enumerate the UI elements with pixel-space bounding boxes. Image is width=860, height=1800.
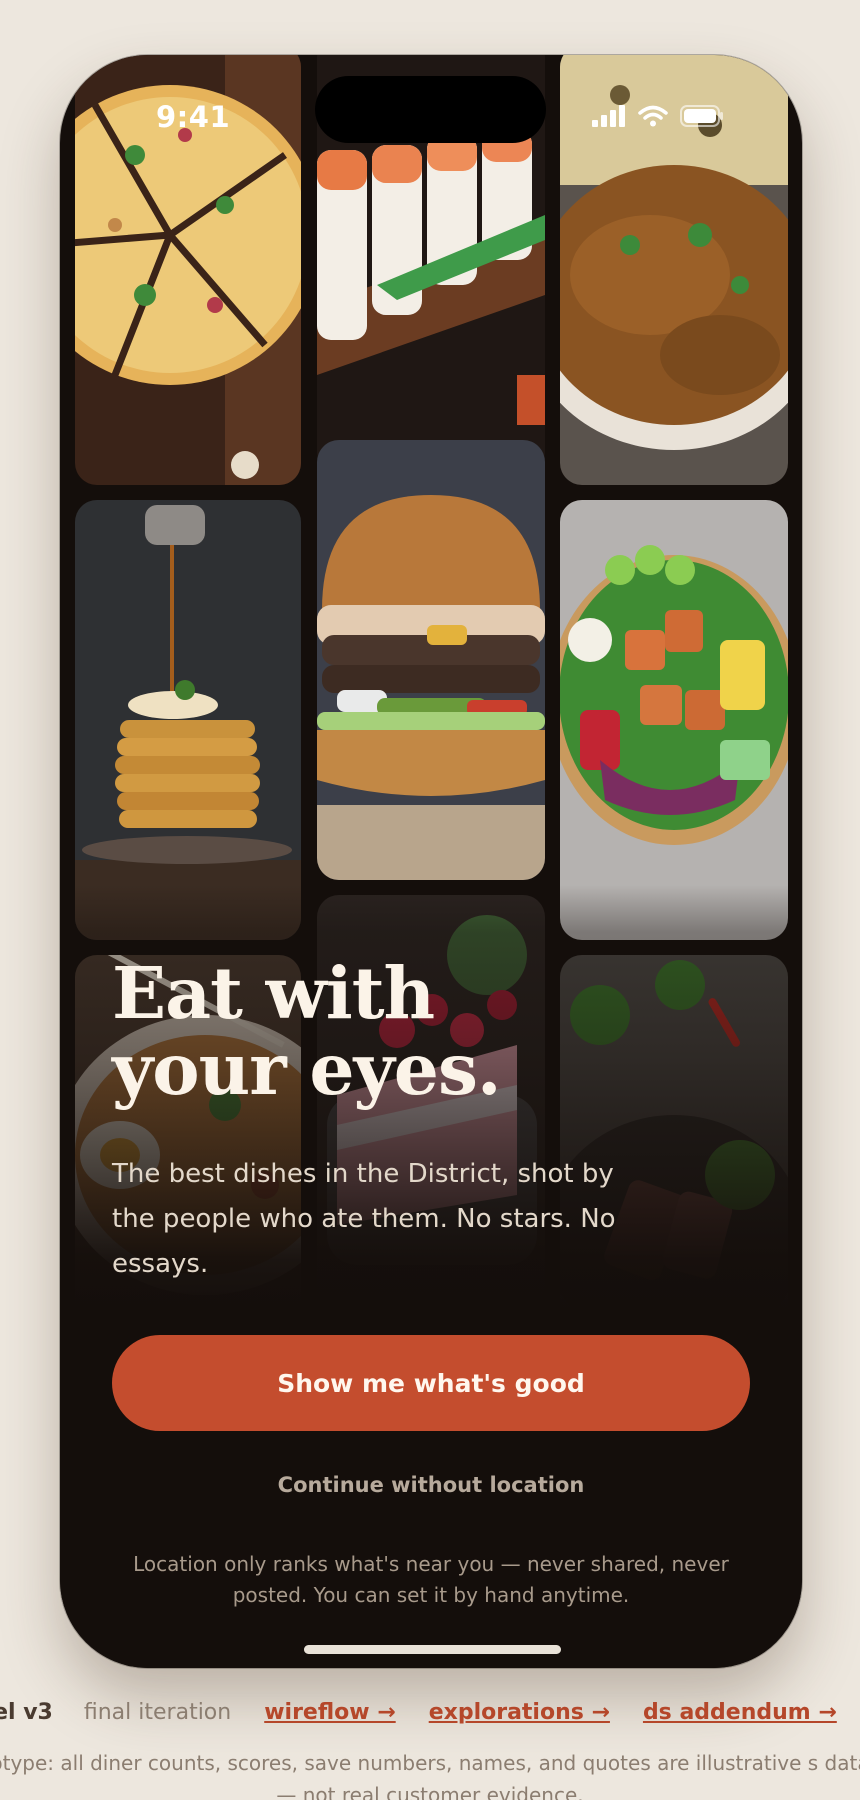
- show-me-whats-good-button[interactable]: Show me what's good: [112, 1335, 750, 1431]
- hero-subtitle: The best dishes in the District, shot by…: [112, 1159, 616, 1279]
- wifi-icon: [638, 105, 668, 131]
- burger-photo[interactable]: [317, 440, 545, 880]
- wireflow-link[interactable]: wireflow →: [264, 1700, 395, 1725]
- hero-title-line-2: your eyes.: [112, 1027, 502, 1111]
- prototype-disclaimer: otype: all diner counts, scores, save nu…: [0, 1751, 860, 1800]
- continue-without-location-button[interactable]: Continue without location: [112, 1473, 750, 1497]
- salad-bowl-photo[interactable]: [560, 500, 788, 940]
- status-icons: [592, 105, 724, 131]
- explorations-link[interactable]: explorations →: [429, 1700, 610, 1725]
- prototype-footer-nav: sel v3 final iteration wireflow → explor…: [0, 1700, 860, 1725]
- home-indicator[interactable]: [304, 1645, 561, 1654]
- footer-meta: final iteration: [83, 1700, 232, 1725]
- pancakes-photo[interactable]: [75, 500, 301, 940]
- location-privacy-note: Location only ranks what's near you — ne…: [133, 1552, 729, 1607]
- dynamic-island: [315, 76, 546, 143]
- footer-brand: sel v3: [0, 1700, 53, 1725]
- ds-addendum-link[interactable]: ds addendum →: [643, 1700, 837, 1725]
- primary-button-label: Show me what's good: [277, 1368, 585, 1398]
- hero-title-line-1: Eat with: [112, 951, 435, 1035]
- hero-title: Eat with your eyes.: [112, 955, 672, 1107]
- secondary-button-label: Continue without location: [277, 1473, 585, 1497]
- status-time: 9:41: [156, 100, 231, 134]
- battery-icon: [680, 105, 724, 131]
- phone-frame: 9:41 Eat with your eyes. The best dishes…: [60, 55, 802, 1668]
- cellular-signal-icon: [592, 105, 626, 131]
